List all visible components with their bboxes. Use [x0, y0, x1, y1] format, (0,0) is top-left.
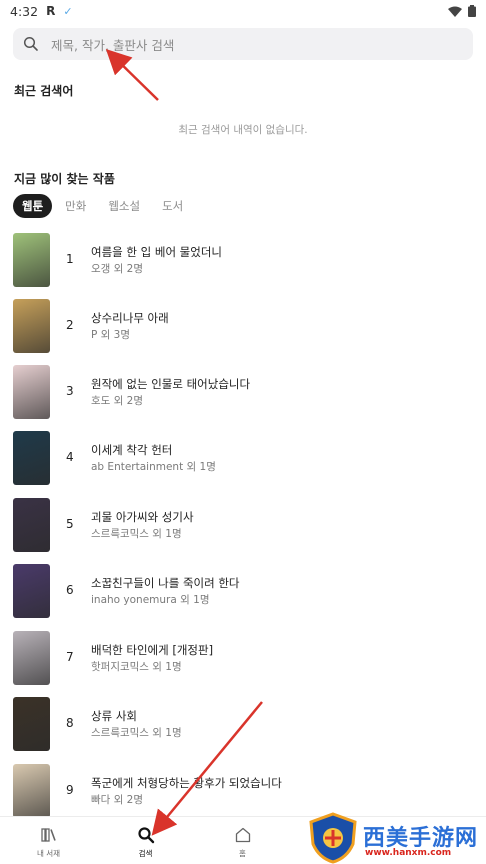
cover-image — [13, 631, 50, 685]
item-title: 소꿉친구들이 나를 죽이려 한다 — [91, 576, 240, 590]
category-tabs: 웹툰 만화 웹소설 도서 — [13, 194, 192, 218]
item-title: 상수리나무 아래 — [91, 311, 169, 325]
item-author: ab Entertainment 외 1명 — [91, 461, 216, 473]
cover-image — [13, 431, 50, 485]
item-title: 괴물 아가씨와 성기사 — [91, 510, 194, 524]
wifi-icon — [448, 6, 462, 17]
rank-number: 7 — [66, 650, 74, 664]
list-item[interactable]: 3 원작에 없는 인물로 태어났습니다 호도 외 2명 — [0, 365, 486, 419]
rank-number: 3 — [66, 384, 74, 398]
cover-image — [13, 498, 50, 552]
recent-empty-message: 최근 검색어 내역이 없습니다. — [178, 124, 308, 136]
rank-number: 8 — [66, 716, 74, 730]
arrow-to-search-input — [105, 49, 159, 101]
status-time: 4:32 — [10, 3, 39, 19]
status-bar: 4:32 R ✓ — [0, 0, 486, 22]
home-icon — [234, 826, 252, 844]
item-title: 상류 사회 — [91, 709, 137, 723]
cover-image — [13, 365, 50, 419]
item-author: 핫퍼지코믹스 외 1명 — [91, 661, 182, 673]
battery-icon — [468, 5, 476, 17]
list-item[interactable]: 2 상수리나무 아래 P 외 3명 — [0, 299, 486, 353]
item-author: P 외 3명 — [91, 329, 131, 341]
cover-image — [13, 564, 50, 618]
tab-books[interactable]: 도서 — [153, 194, 192, 218]
item-title: 폭군에게 처형당하는 황후가 되었습니다 — [91, 776, 282, 790]
tab-webtoon[interactable]: 웹툰 — [13, 194, 53, 218]
tab-comics[interactable]: 만화 — [56, 194, 95, 218]
watermark: 西美手游网 www.hanxm.com — [305, 812, 486, 864]
rank-number: 5 — [66, 517, 74, 531]
list-item[interactable]: 1 여름을 한 입 베어 물었더니 오갱 외 2명 — [0, 233, 486, 287]
library-icon — [40, 826, 58, 844]
check-icon: ✓ — [63, 4, 73, 18]
cover-image — [13, 299, 50, 353]
item-author: 빠다 외 2명 — [91, 794, 143, 806]
status-r-badge: R — [46, 4, 56, 18]
list-item[interactable]: 5 괴물 아가씨와 성기사 스르륵코믹스 외 1명 — [0, 498, 486, 552]
tab-webnovel[interactable]: 웹소설 — [99, 194, 149, 218]
item-title: 여름을 한 입 베어 물었더니 — [91, 245, 223, 259]
list-item[interactable]: 8 상류 사회 스르륵코믹스 외 1명 — [0, 697, 486, 751]
rank-number: 1 — [66, 252, 74, 266]
search-icon — [137, 826, 155, 844]
item-author: 스르륵코믹스 외 1명 — [91, 528, 182, 540]
item-author: 오갱 외 2명 — [91, 263, 143, 275]
list-item[interactable]: 4 이세계 착각 헌터 ab Entertainment 외 1명 — [0, 431, 486, 485]
cover-image — [13, 697, 50, 751]
popular-title: 지금 많이 찾는 작품 — [14, 172, 115, 186]
item-title: 이세계 착각 헌터 — [91, 443, 173, 457]
nav-label: 내 서재 — [36, 849, 61, 858]
rank-number: 9 — [66, 783, 74, 797]
nav-label: 검색 — [138, 849, 153, 858]
cover-image — [13, 233, 50, 287]
rank-number: 2 — [66, 318, 74, 332]
watermark-shield-logo — [309, 812, 357, 864]
rank-number: 6 — [66, 583, 74, 597]
search-placeholder: 제목, 작가, 출판사 검색 — [51, 37, 175, 53]
list-item[interactable]: 9 폭군에게 처형당하는 황후가 되었습니다 빠다 외 2명 — [0, 764, 486, 818]
item-author: inaho yonemura 외 1명 — [91, 594, 210, 606]
list-item[interactable]: 7 배덕한 타인에게 [개정판] 핫퍼지코믹스 외 1명 — [0, 631, 486, 685]
nav-label: 홈 — [239, 849, 246, 858]
item-title: 원작에 없는 인물로 태어났습니다 — [91, 377, 251, 391]
cover-image — [13, 764, 50, 818]
nav-home[interactable]: 홈 — [194, 817, 291, 864]
item-title: 배덕한 타인에게 [개정판] — [91, 643, 214, 657]
nav-library[interactable]: 내 서재 — [0, 817, 97, 864]
nav-search[interactable]: 검색 — [97, 817, 194, 864]
list-item[interactable]: 6 소꿉친구들이 나를 죽이려 한다 inaho yonemura 외 1명 — [0, 564, 486, 618]
search-icon — [23, 36, 39, 52]
item-author: 스르륵코믹스 외 1명 — [91, 727, 182, 739]
search-input[interactable]: 제목, 작가, 출판사 검색 — [13, 28, 473, 60]
watermark-url: www.hanxm.com — [365, 848, 452, 858]
rank-number: 4 — [66, 450, 74, 464]
recent-searches-title: 최근 검색어 — [14, 84, 74, 98]
item-author: 호도 외 2명 — [91, 395, 143, 407]
